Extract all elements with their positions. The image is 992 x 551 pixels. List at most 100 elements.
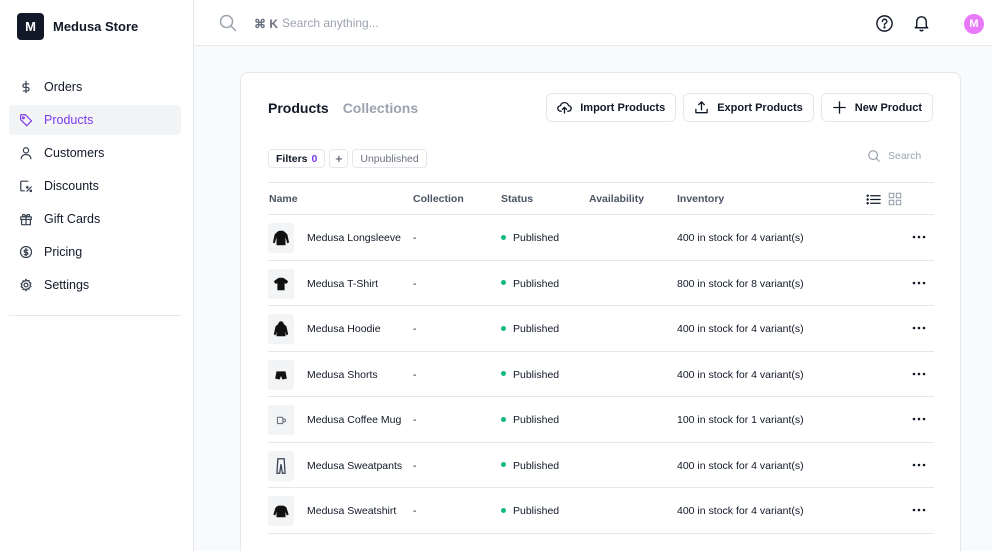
column-header-name[interactable]: Name (269, 193, 298, 205)
product-name: Medusa T-Shirt (307, 277, 379, 290)
status-label: Published (513, 368, 560, 381)
grid-view-icon[interactable] (888, 192, 902, 206)
more-actions-icon[interactable] (911, 277, 927, 289)
new-product-label: New Product (854, 101, 922, 114)
sidebar-item-orders[interactable]: Orders (9, 72, 181, 102)
upload-icon (695, 101, 708, 114)
table-row[interactable]: Medusa Sweatpants - Published 400 in sto… (268, 443, 934, 488)
product-collection: - (413, 277, 417, 290)
table-row[interactable]: Medusa Sweatshirt - Published 400 in sto… (268, 488, 934, 534)
column-header-inventory[interactable]: Inventory (677, 193, 724, 205)
table-row[interactable]: Medusa Hoodie - Published 400 in stock f… (268, 306, 934, 352)
list-view-icon[interactable] (866, 192, 881, 207)
table-row[interactable]: Medusa Coffee Mug - Published 100 in sto… (268, 397, 934, 443)
status-label: Published (513, 505, 560, 517)
store-brand[interactable]: M Medusa Store (17, 13, 138, 40)
product-collection: - (413, 459, 417, 472)
filters-label: Filters (276, 152, 308, 165)
table-row[interactable]: Medusa T-Shirt - Published 800 in stock … (268, 261, 934, 306)
status-dot (501, 325, 506, 331)
product-name: Medusa Sweatpants (307, 459, 403, 472)
tshirt-icon (273, 277, 289, 290)
sidebar-item-pricing[interactable]: Pricing (9, 237, 181, 267)
plus-icon (832, 101, 846, 114)
product-inventory: 400 in stock for 4 variant(s) (677, 459, 804, 472)
store-name: Medusa Store (53, 19, 139, 34)
sweatpants-icon (276, 457, 286, 474)
sidebar-item-label: Discounts (44, 179, 99, 193)
column-header-availability[interactable]: Availability (589, 193, 644, 205)
mug-icon (276, 416, 286, 425)
status-label: Published (513, 323, 560, 335)
product-collection: - (413, 414, 417, 426)
topbar: ⌘ K M (195, 0, 992, 46)
global-search-input[interactable] (282, 13, 482, 33)
action-buttons: Import Products Export Products New Prod… (539, 93, 933, 122)
product-status: Published (501, 369, 559, 381)
sweatshirt-icon (273, 505, 289, 518)
sidebar-nav: Orders Products Customers Discounts Gift… (9, 72, 181, 303)
product-status: Published (501, 505, 559, 517)
more-actions-icon[interactable] (911, 368, 927, 380)
user-icon (20, 147, 32, 160)
table-header: Name Collection Status Availability Inve… (268, 182, 934, 215)
product-status: Published (501, 232, 559, 244)
table-search (867, 149, 928, 163)
sidebar-item-label: Pricing (44, 245, 83, 259)
product-inventory: 400 in stock for 4 variant(s) (677, 368, 804, 381)
product-name: Medusa Shorts (307, 368, 378, 381)
product-inventory: 400 in stock for 4 variant(s) (677, 232, 804, 244)
column-header-collection[interactable]: Collection (413, 193, 464, 205)
product-thumbnail (268, 405, 294, 435)
tab-products[interactable]: Products (268, 100, 329, 116)
add-filter-button[interactable]: + (329, 149, 349, 168)
filter-bar: Filters 0 + Unpublished (268, 149, 431, 168)
product-status: Published (501, 414, 559, 426)
export-products-button[interactable]: Export Products (683, 93, 814, 122)
more-actions-icon[interactable] (911, 413, 927, 425)
table-search-input[interactable] (888, 150, 928, 162)
sidebar-item-label: Orders (44, 80, 83, 94)
table-row[interactable]: Medusa Shorts - Published 400 in stock f… (268, 352, 934, 397)
filters-button[interactable]: Filters 0 (268, 149, 326, 168)
more-actions-icon[interactable] (911, 459, 927, 471)
new-product-button[interactable]: New Product (820, 93, 933, 122)
sidebar-item-settings[interactable]: Settings (9, 270, 181, 300)
sidebar-item-label: Settings (44, 278, 90, 292)
sidebar-item-customers[interactable]: Customers (9, 138, 181, 168)
products-card: Products Collections Import Products Exp… (240, 72, 961, 551)
gift-icon (20, 213, 32, 226)
tab-collections[interactable]: Collections (343, 100, 418, 116)
product-thumbnail (268, 268, 294, 299)
product-inventory: 800 in stock for 8 variant(s) (677, 277, 804, 290)
status-dot (501, 462, 506, 468)
table-row[interactable]: Medusa Longsleeve - Published 400 in sto… (268, 215, 934, 261)
product-status: Published (501, 323, 559, 335)
sidebar-item-gift-cards[interactable]: Gift Cards (9, 204, 181, 234)
status-dot (501, 280, 506, 286)
help-icon[interactable] (875, 14, 894, 33)
product-collection: - (413, 323, 417, 335)
import-products-button[interactable]: Import Products (546, 93, 677, 122)
avatar[interactable]: M (964, 14, 984, 34)
search-icon[interactable] (219, 14, 237, 32)
products-table: Name Collection Status Availability Inve… (268, 182, 934, 534)
more-actions-icon[interactable] (911, 504, 927, 516)
shorts-icon (275, 370, 287, 379)
unpublished-filter-tag[interactable]: Unpublished (352, 149, 427, 168)
product-inventory: 400 in stock for 4 variant(s) (677, 505, 804, 517)
product-thumbnail (268, 359, 294, 390)
sidebar-item-discounts[interactable]: Discounts (9, 171, 181, 201)
search-icon (868, 150, 880, 162)
more-actions-icon[interactable] (911, 322, 927, 334)
sidebar-item-products[interactable]: Products (9, 105, 181, 135)
status-dot (501, 416, 506, 422)
product-collection: - (413, 232, 417, 244)
status-label: Published (513, 459, 560, 472)
bell-icon[interactable] (912, 13, 931, 32)
discount-icon (20, 180, 33, 193)
more-actions-icon[interactable] (911, 231, 927, 243)
product-collection: - (413, 368, 417, 381)
column-header-status[interactable]: Status (501, 193, 533, 205)
coin-icon (19, 245, 33, 259)
